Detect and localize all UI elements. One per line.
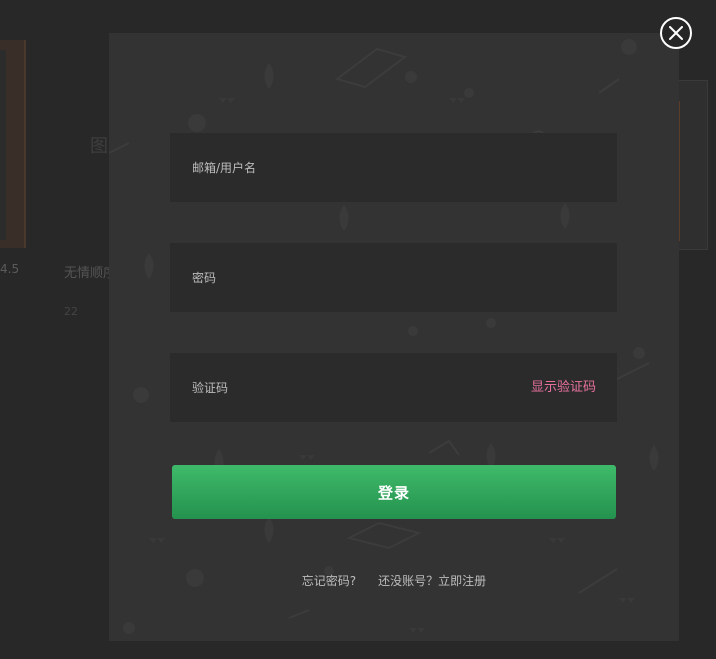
close-icon xyxy=(669,26,683,40)
background-rating: 4.5 xyxy=(0,262,20,276)
background-card-image-right xyxy=(676,80,708,250)
email-username-input[interactable] xyxy=(170,133,617,202)
password-field xyxy=(170,243,617,312)
background-card-image xyxy=(0,40,26,248)
close-button[interactable] xyxy=(660,17,692,49)
email-username-field xyxy=(170,133,617,202)
background-heading-fragment: 图 xyxy=(90,136,108,157)
background-subtitle: 22 xyxy=(64,305,78,318)
register-link[interactable]: 还没账号？立即注册 xyxy=(378,574,486,588)
captcha-field: 显示验证码 xyxy=(170,353,617,422)
forgot-password-link[interactable]: 忘记密码? xyxy=(302,574,356,588)
page: 4.5 图 无情顺序 22 邮箱/用户名 验证码 显示验证码 登录 忘记密码? … xyxy=(0,0,716,659)
show-captcha-link[interactable]: 显示验证码 xyxy=(531,353,596,422)
decorative-pattern xyxy=(109,39,659,634)
login-modal: 显示验证码 登录 忘记密码? 还没账号？立即注册 xyxy=(109,33,679,641)
footer-links: 忘记密码? 还没账号？立即注册 xyxy=(109,572,679,589)
login-button[interactable]: 登录 xyxy=(172,465,616,519)
password-input[interactable] xyxy=(170,243,617,312)
